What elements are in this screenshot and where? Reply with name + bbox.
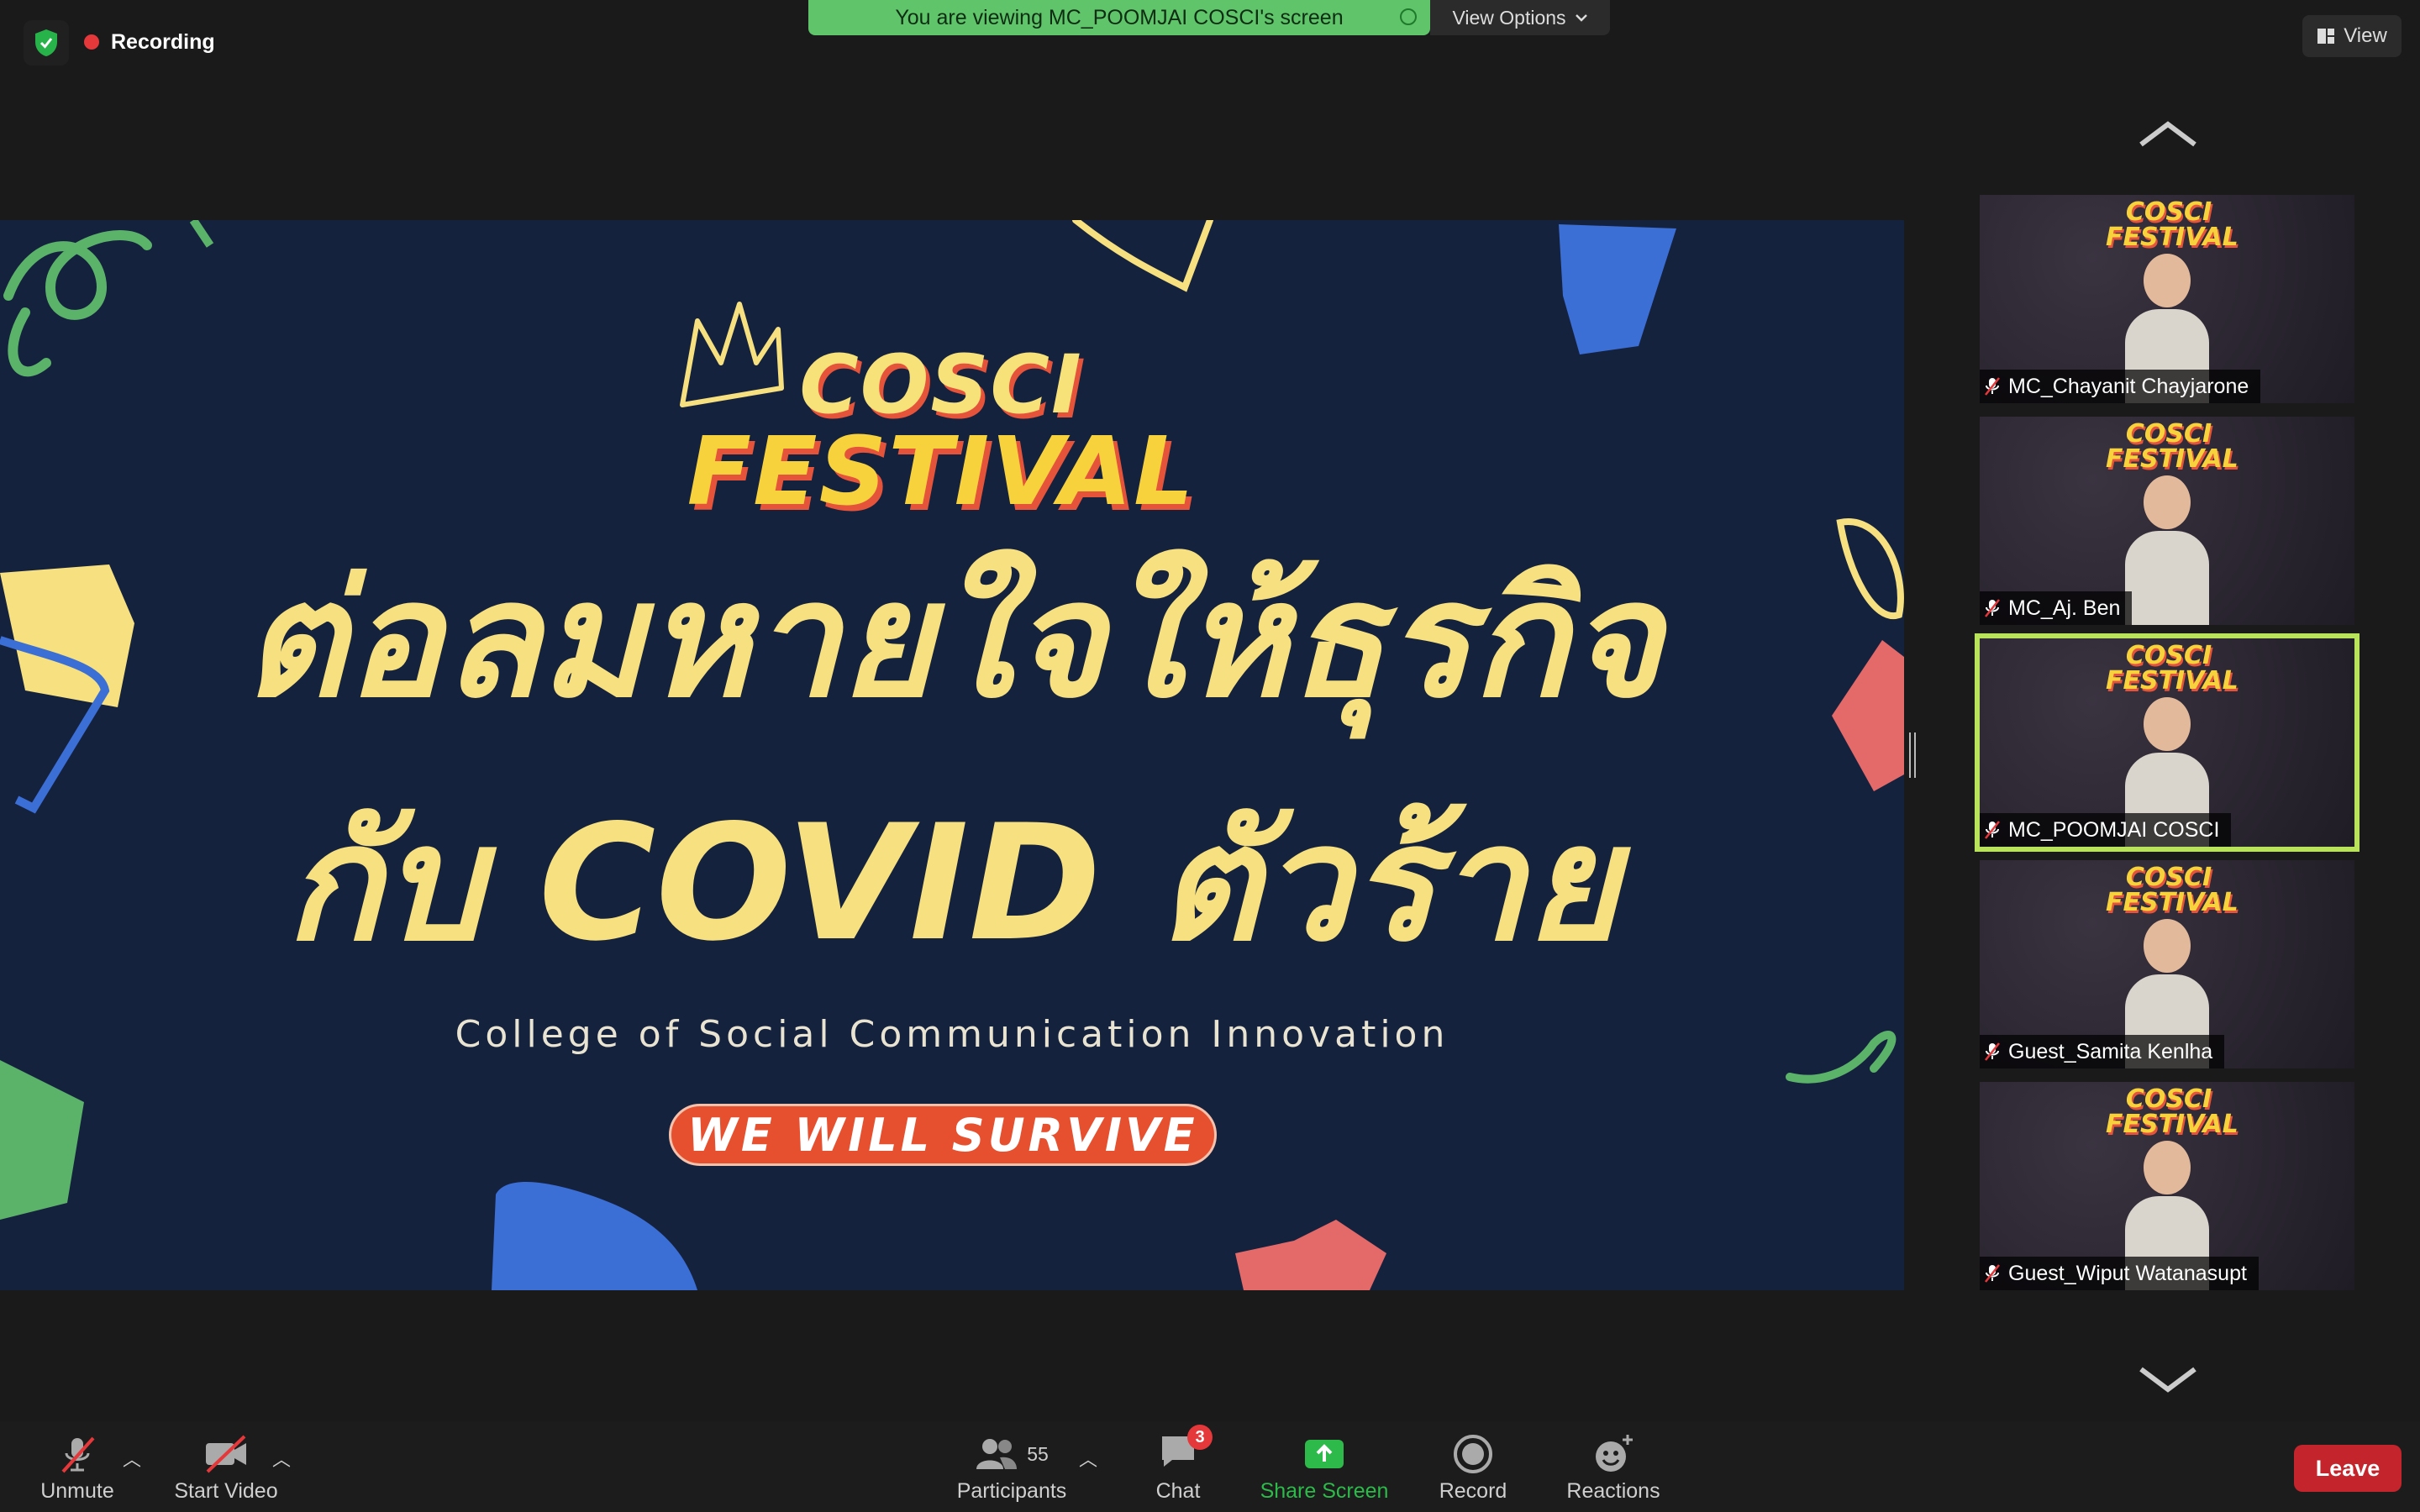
background-logo-graphic: COSCI FESTIVAL	[2106, 419, 2238, 474]
participant-name-label: MC_Aj. Ben	[1980, 591, 2133, 625]
participant-video-tile[interactable]: COSCI FESTIVAL MC_POOMJAI COSCI	[1975, 633, 2360, 852]
view-options-button[interactable]: View Options	[1430, 0, 1610, 35]
share-screen-button[interactable]: Share Screen	[1257, 1433, 1392, 1504]
headline-line1: ต่อลมหายใจให้ธุรกิจ	[242, 547, 1662, 732]
scroll-down-icon[interactable]	[2134, 1362, 2202, 1396]
chat-button[interactable]: 3 Chat	[1143, 1425, 1213, 1504]
participant-name: MC_POOMJAI COSCI	[2008, 817, 2220, 842]
viewing-banner: You are viewing MC_POOMJAI COSCI's scree…	[808, 0, 1430, 35]
view-button[interactable]: View	[2302, 15, 2402, 57]
headline-line2: กับ COVID ตัวร้าย	[285, 790, 1619, 976]
background-logo-graphic: COSCI FESTIVAL	[2106, 863, 2238, 917]
participant-video-tile[interactable]: COSCI FESTIVAL Guest_Wiput Watanasupt	[1980, 1082, 2354, 1290]
participant-video-tile[interactable]: COSCI FESTIVAL Guest_Samita Kenlha	[1980, 860, 2354, 1068]
audio-options-caret[interactable]: ︿	[123, 1445, 141, 1472]
microphone-muted-icon	[61, 1436, 95, 1473]
tagline-pill: WE WILL SURVIVE	[669, 1104, 1217, 1166]
reactions-label: Reactions	[1566, 1479, 1660, 1503]
leave-label: Leave	[2315, 1455, 2381, 1481]
microphone-muted-icon	[1985, 821, 2000, 839]
scroll-up-icon[interactable]	[2134, 118, 2202, 151]
reactions-smiley-icon	[1596, 1435, 1633, 1472]
start-video-label: Start Video	[174, 1479, 278, 1503]
tagline-text: WE WILL SURVIVE	[687, 1108, 1198, 1162]
background-logo-graphic: COSCI FESTIVAL	[2106, 641, 2238, 696]
participant-video-tile[interactable]: COSCI FESTIVAL MC_Chayanit Chayjarone	[1980, 195, 2354, 403]
participant-figure	[2125, 475, 2209, 625]
leave-button[interactable]: Leave	[2294, 1445, 2402, 1492]
participant-name: MC_Aj. Ben	[2008, 596, 2121, 620]
gallery-layout-icon	[2317, 29, 2335, 44]
chat-label: Chat	[1155, 1479, 1201, 1503]
microphone-muted-icon	[1985, 599, 2000, 617]
participant-name-label: MC_Chayanit Chayjarone	[1980, 370, 2261, 403]
unmute-label: Unmute	[40, 1479, 114, 1503]
microphone-muted-icon	[1985, 1042, 2000, 1061]
microphone-muted-icon	[1985, 1264, 2000, 1283]
participant-name: MC_Chayanit Chayjarone	[2008, 374, 2249, 398]
participants-count: 55	[1027, 1442, 1049, 1465]
record-button[interactable]: Record	[1435, 1433, 1511, 1504]
participant-name: Guest_Samita Kenlha	[2008, 1039, 2213, 1063]
security-shield-icon[interactable]	[24, 20, 69, 66]
chat-icon-wrap: 3	[1159, 1425, 1213, 1475]
participants-options-caret[interactable]: ︿	[1079, 1445, 1097, 1472]
start-video-button[interactable]: Start Video	[171, 1433, 281, 1504]
reactions-button[interactable]: Reactions	[1563, 1433, 1664, 1504]
record-icon	[1454, 1435, 1492, 1473]
participant-name-label: Guest_Wiput Watanasupt	[1980, 1257, 2259, 1290]
view-options-label: View Options	[1452, 6, 1566, 29]
participants-button[interactable]: 55 Participants	[951, 1433, 1072, 1504]
participant-name: Guest_Wiput Watanasupt	[2008, 1261, 2247, 1285]
college-subtitle: College of Social Communication Innovati…	[455, 1013, 1449, 1056]
chevron-down-icon	[1575, 14, 1587, 22]
viewing-banner-text: You are viewing MC_POOMJAI COSCI's scree…	[895, 5, 1344, 29]
participants-icon-group: 55	[975, 1433, 1049, 1475]
recording-dot-icon	[84, 34, 99, 50]
recording-label: Recording	[111, 29, 215, 54]
view-label: View	[2344, 24, 2387, 47]
recording-indicator[interactable]: Recording	[84, 22, 215, 62]
participant-video-tile[interactable]: COSCI FESTIVAL MC_Aj. Ben	[1980, 417, 2354, 625]
record-label: Record	[1439, 1479, 1507, 1503]
microphone-muted-icon	[1985, 377, 2000, 396]
chat-unread-badge: 3	[1187, 1425, 1213, 1450]
participants-label: Participants	[956, 1479, 1067, 1503]
banner-status-icon	[1400, 8, 1417, 25]
festival-title-line2: FESTIVAL	[687, 417, 1196, 527]
video-options-caret[interactable]: ︿	[272, 1445, 291, 1472]
share-screen-icon	[1305, 1440, 1344, 1468]
participants-icon	[976, 1439, 1018, 1469]
participant-name-label: MC_POOMJAI COSCI	[1980, 813, 2232, 847]
video-camera-off-icon	[206, 1435, 246, 1473]
background-logo-graphic: COSCI FESTIVAL	[2106, 1084, 2238, 1139]
panel-resize-handle[interactable]	[1909, 732, 1916, 778]
festival-title-line1: COSCI	[799, 338, 1083, 432]
share-screen-label: Share Screen	[1260, 1479, 1389, 1503]
shared-screen-slide: COSCI FESTIVAL ต่อลมหายใจให้ธุรกิจ กับ C…	[0, 220, 1904, 1290]
participant-name-label: Guest_Samita Kenlha	[1980, 1035, 2225, 1068]
unmute-button[interactable]: Unmute	[37, 1433, 118, 1504]
background-logo-graphic: COSCI FESTIVAL	[2106, 197, 2238, 252]
